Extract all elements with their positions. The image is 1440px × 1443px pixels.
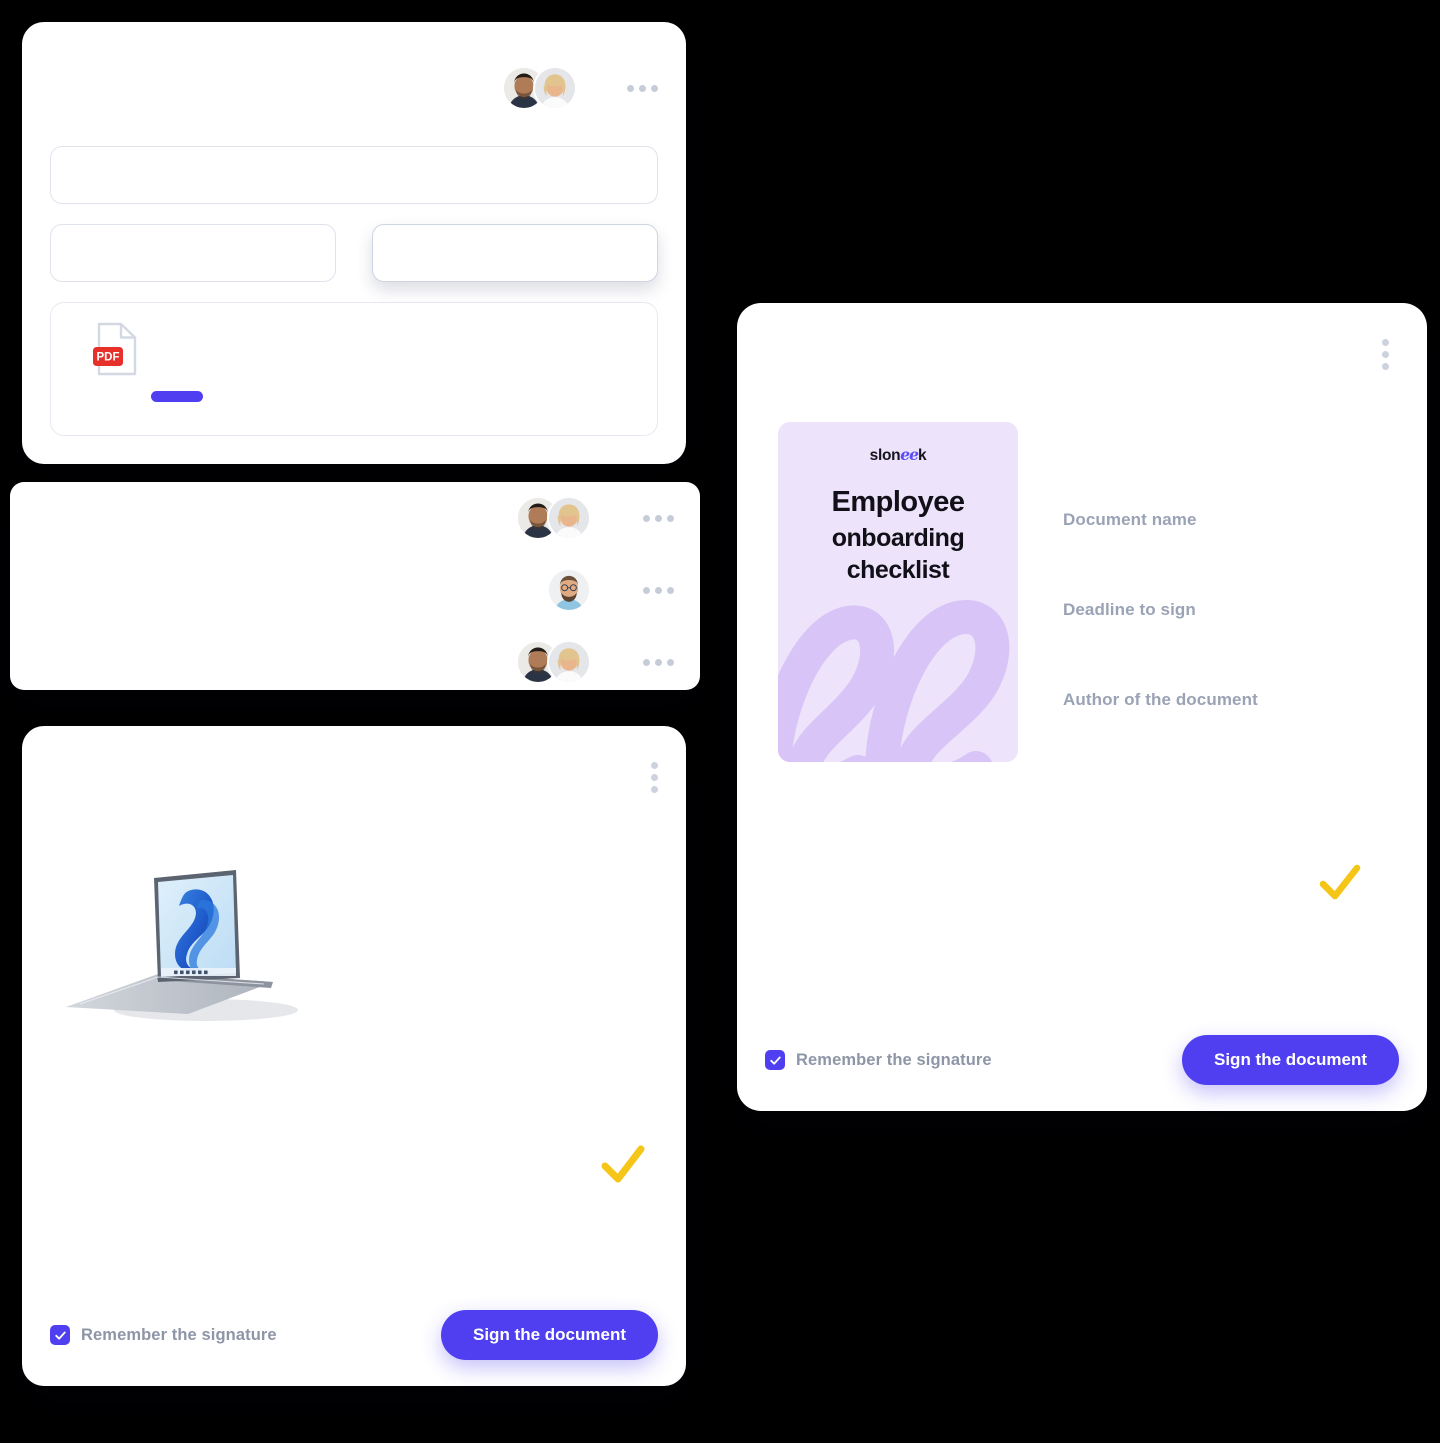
yellow-checkmark-icon	[600, 1144, 646, 1186]
checkmark-icon[interactable]	[50, 1325, 70, 1345]
avatar-woman-blonde[interactable]	[547, 640, 591, 684]
field-left[interactable]	[50, 224, 336, 282]
sign-the-document-button[interactable]: Sign the document	[441, 1310, 658, 1360]
sign-action-bar: Remember the signature Sign the document	[737, 1035, 1427, 1085]
remember-signature-checkbox[interactable]: Remember the signature	[765, 1050, 992, 1070]
pdf-file-icon: PDF	[93, 321, 141, 377]
deadline-to-sign-label: Deadline to sign	[1063, 600, 1196, 619]
file-upload-area[interactable]: PDF	[50, 302, 658, 436]
sign-the-document-button[interactable]: Sign the document	[1182, 1035, 1399, 1085]
thumbnail-title-line-1: Employee	[831, 486, 966, 518]
avatar-woman-blonde[interactable]	[547, 496, 591, 540]
document-name-label: Document name	[1063, 510, 1197, 529]
row-avatar-group[interactable]	[516, 496, 591, 540]
row-avatar-group[interactable]	[516, 640, 591, 684]
ellipsis-vertical-icon[interactable]	[1382, 339, 1389, 370]
avatar-man-beard-glasses[interactable]	[547, 568, 591, 612]
table-row[interactable]	[10, 626, 700, 698]
logo-prefix: slon	[869, 447, 901, 464]
field-right-focused[interactable]	[372, 224, 658, 282]
ellipsis-horizontal-icon[interactable]	[643, 586, 674, 594]
yellow-checkmark-icon	[1318, 863, 1362, 903]
document-form-card: PDF	[22, 22, 686, 464]
author-of-the-document-label: Author of the document	[1063, 690, 1258, 709]
sign-action-bar: Remember the signature Sign the document	[22, 1310, 686, 1360]
ellipsis-horizontal-icon[interactable]	[643, 658, 674, 666]
remember-signature-checkbox[interactable]: Remember the signature	[50, 1325, 277, 1345]
ellipsis-horizontal-icon[interactable]	[643, 514, 674, 522]
remember-signature-label: Remember the signature	[81, 1325, 277, 1344]
laptop-windows11-image	[58, 862, 328, 1032]
field-full-width[interactable]	[50, 146, 658, 204]
sloneek-ee-swirl-icon	[778, 584, 1018, 762]
ellipsis-horizontal-icon[interactable]	[627, 84, 658, 92]
table-row[interactable]	[10, 554, 700, 626]
table-row[interactable]	[10, 482, 700, 554]
ellipsis-vertical-icon[interactable]	[651, 762, 658, 793]
checkmark-icon[interactable]	[765, 1050, 785, 1070]
page-root: PDF Remember the signature Sign the docu…	[0, 0, 1440, 1443]
row-avatar-group[interactable]	[547, 568, 591, 612]
avatar-woman-blonde[interactable]	[533, 66, 577, 110]
logo-suffix: k	[918, 447, 927, 464]
logo-script-ee: ee	[900, 445, 919, 464]
form-card-header	[502, 66, 658, 110]
document-detail-card: sloneek Employee onboarding checklist Do…	[737, 303, 1427, 1111]
thumbnail-title-line-3: checklist	[846, 556, 950, 585]
svg-text:PDF: PDF	[97, 352, 120, 364]
thumbnail-title-line-2: onboarding	[831, 523, 965, 552]
participants-avatar-group[interactable]	[502, 66, 577, 110]
remember-signature-label: Remember the signature	[796, 1050, 992, 1069]
sloneek-logo: sloneek	[778, 445, 1018, 465]
purple-pill-placeholder[interactable]	[151, 391, 203, 402]
thumbnail-title: Employee onboarding checklist	[778, 484, 1018, 587]
document-list-card	[10, 482, 700, 690]
sign-document-card-left: Remember the signature Sign the document	[22, 726, 686, 1386]
document-thumbnail[interactable]: sloneek Employee onboarding checklist	[778, 422, 1018, 762]
